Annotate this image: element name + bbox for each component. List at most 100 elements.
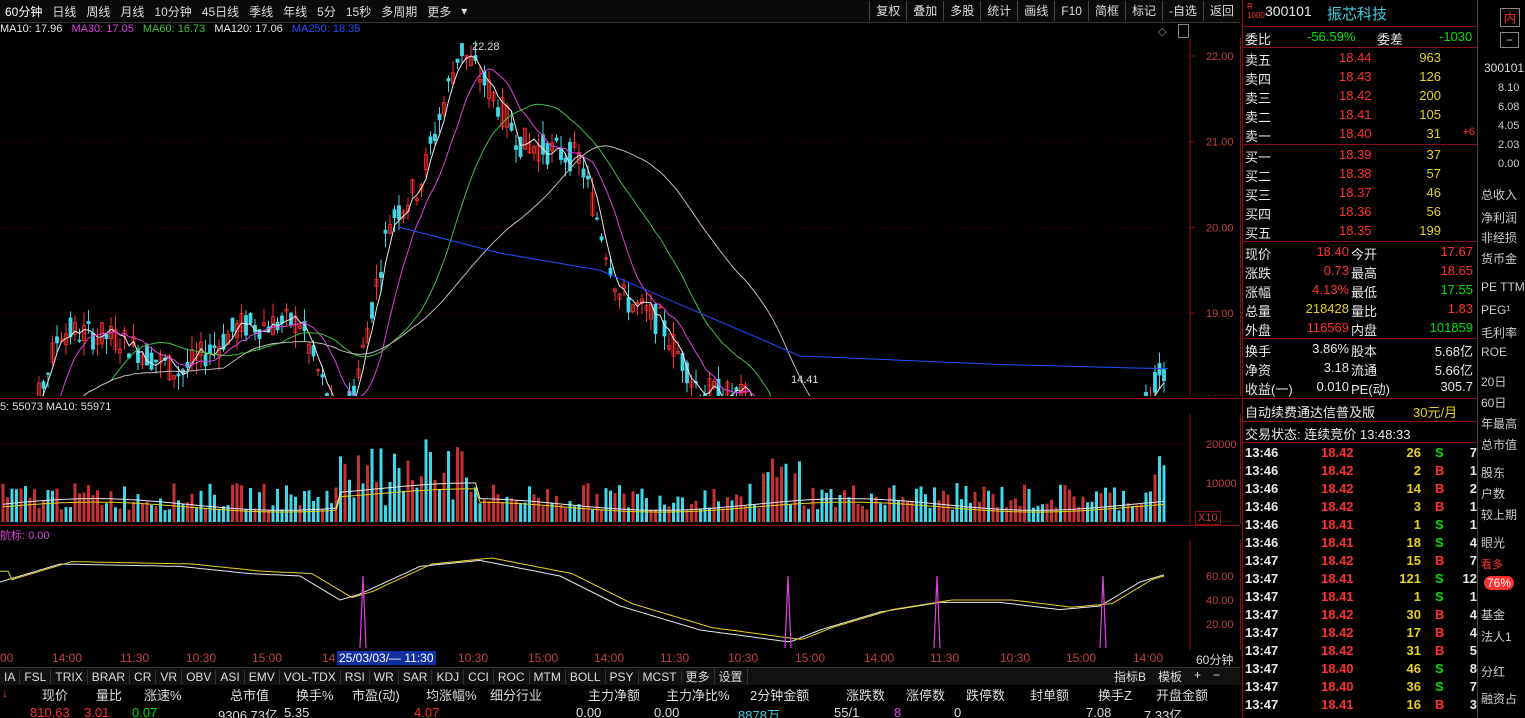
period-tab[interactable]: 日线 [47, 3, 81, 20]
column-header[interactable]: 细分行业 [490, 685, 542, 704]
tab-inner[interactable]: 内 [1500, 8, 1521, 27]
indicator-tab[interactable]: MTM [530, 669, 566, 684]
indicator-tab[interactable]: VOL-TDX [280, 669, 341, 684]
far-right-item[interactable]: 货币金 [1481, 250, 1517, 267]
far-right-item[interactable]: 分红 [1481, 663, 1505, 680]
bid-row[interactable]: 买四 18.36 56 [1243, 203, 1477, 222]
period-tab[interactable]: 10分钟 [149, 3, 196, 20]
promo-text[interactable]: 自动续费通达信普及版 [1245, 402, 1375, 421]
indicator-tab[interactable]: PSY [606, 669, 639, 684]
indicator-tab[interactable]: MCST [639, 669, 682, 684]
period-tab[interactable]: 5分 [312, 3, 341, 20]
indicator-tab[interactable]: VR [156, 669, 183, 684]
dropdown-icon[interactable]: ▾ [456, 4, 472, 18]
indicator-tab[interactable]: KDJ [432, 669, 465, 684]
bid-row[interactable]: 买一 18.39 37 [1243, 146, 1477, 165]
column-header[interactable]: 换手% [296, 685, 334, 704]
tool-button[interactable]: 标记 [1124, 1, 1162, 21]
far-right-item[interactable]: PE TTM [1481, 280, 1525, 294]
indicator-tool-button[interactable]: − [1207, 668, 1226, 685]
far-right-item[interactable]: 融资占 [1481, 690, 1517, 707]
far-right-item[interactable]: 法人1 [1481, 628, 1512, 645]
indicator-tool-button[interactable]: 模板 [1152, 668, 1188, 685]
far-right-item[interactable]: PEG¹ [1481, 303, 1510, 317]
scroll-icon[interactable] [1178, 24, 1189, 38]
far-right-item[interactable]: 户数 [1481, 485, 1505, 502]
tool-button[interactable]: 统计 [980, 1, 1017, 21]
far-right-item[interactable]: 基金 [1481, 606, 1505, 623]
far-right-item[interactable]: 60日 [1481, 394, 1506, 411]
indicator-tab[interactable]: WR [370, 669, 399, 684]
column-header[interactable]: 2分钟金额 [750, 685, 809, 704]
column-header[interactable]: 封单额 [1030, 685, 1069, 704]
indicator-tab[interactable]: BOLL [566, 669, 606, 684]
indicator-tab[interactable]: SAR [399, 669, 433, 684]
column-header[interactable]: 量比 [96, 685, 122, 704]
column-header[interactable]: 换手Z [1098, 685, 1132, 704]
period-tab[interactable]: 多周期 [376, 3, 422, 20]
column-header[interactable]: 涨速% [144, 685, 182, 704]
period-tab[interactable]: 月线 [115, 3, 149, 20]
indicator-chart[interactable]: 60.00 40.00 20.00 [0, 540, 1241, 650]
far-right-item[interactable]: 非经损 [1481, 229, 1517, 246]
far-right-item[interactable]: 眼光 [1481, 534, 1505, 551]
ask-row[interactable]: 卖四 18.43 126 [1243, 68, 1477, 87]
period-tab[interactable]: 周线 [81, 3, 115, 20]
indicator-tool-button[interactable]: + [1188, 668, 1207, 685]
indicator-tab[interactable]: IA [0, 669, 21, 684]
far-right-item[interactable]: 较上期 [1481, 506, 1517, 523]
indicator-tab[interactable]: 设置 [715, 668, 748, 685]
far-right-item[interactable]: 净利润 [1481, 209, 1517, 226]
bid-row[interactable]: 买三 18.37 46 [1243, 184, 1477, 203]
column-header[interactable]: 现价 [42, 685, 68, 704]
period-tab[interactable]: 年线 [278, 3, 312, 20]
period-tab[interactable]: 更多 [422, 3, 456, 20]
table-row[interactable]: 810.63 3.01 0.07 9306.73亿 5.35 4.07 0.00 0.00 88… [0, 705, 1240, 718]
diamond-icon[interactable]: ◇ [1158, 25, 1166, 38]
indicator-tab[interactable]: ROC [494, 669, 530, 684]
period-tab[interactable]: 45日线 [197, 3, 244, 20]
far-right-item[interactable]: 总市值 [1481, 436, 1517, 453]
indicator-tool-button[interactable]: 指标B [1108, 668, 1152, 685]
column-header[interactable]: 涨跌数 [846, 685, 885, 704]
far-right-item[interactable]: 看多 [1481, 556, 1503, 572]
column-header[interactable]: 涨停数 [906, 685, 945, 704]
far-right-item[interactable]: 总收入 [1481, 186, 1517, 203]
ask-row[interactable]: 卖一 18.40 31 +6 [1243, 125, 1477, 144]
far-right-item[interactable]: 股东 [1481, 464, 1505, 481]
indicator-tab[interactable]: TRIX [51, 669, 88, 684]
column-header[interactable]: 主力净比% [666, 685, 730, 704]
indicator-tab[interactable]: ASI [216, 669, 245, 684]
column-header[interactable]: 主力净额 [588, 685, 640, 704]
column-header[interactable]: 均涨幅% [426, 685, 477, 704]
far-right-item[interactable]: 20日 [1481, 373, 1506, 390]
tool-button[interactable]: 返回 [1202, 1, 1240, 21]
indicator-tab[interactable]: CR [130, 669, 157, 684]
tool-button[interactable]: 画线 [1017, 1, 1054, 21]
far-right-item[interactable]: 毛利率 [1481, 324, 1517, 341]
tool-button[interactable]: 多股 [943, 1, 980, 21]
far-right-item[interactable]: 年最高 [1481, 415, 1517, 432]
indicator-tab[interactable]: BRAR [88, 669, 131, 684]
column-header[interactable]: 市盈(动) [352, 685, 400, 704]
tool-button[interactable]: 叠加 [906, 1, 943, 21]
bid-row[interactable]: 买二 18.38 57 [1243, 165, 1477, 184]
collapse-icon[interactable]: − [1500, 32, 1520, 48]
promo-price[interactable]: 30元/月 [1413, 402, 1457, 421]
price-chart[interactable]: 22.0021.0020.0019.0018.0017.0016.0015.00 [0, 38, 1241, 396]
far-right-item[interactable]: 76% [1484, 576, 1515, 590]
tool-button[interactable]: -自选 [1161, 1, 1203, 21]
indicator-tab[interactable]: EMV [245, 669, 280, 684]
indicator-tab[interactable]: 更多 [682, 668, 715, 685]
period-tab[interactable]: 60分钟 [0, 3, 47, 20]
indicator-tab[interactable]: CCI [464, 669, 494, 684]
bid-row[interactable]: 买五 18.35 199 [1243, 222, 1477, 241]
tool-button[interactable]: F10 [1054, 1, 1088, 21]
period-tab[interactable]: 15秒 [341, 3, 376, 20]
column-header[interactable]: 开盘金额 [1156, 685, 1208, 704]
ask-row[interactable]: 卖二 18.41 105 [1243, 106, 1477, 125]
indicator-tab[interactable]: FSL [20, 669, 52, 684]
tool-button[interactable]: 简框 [1087, 1, 1125, 21]
ask-row[interactable]: 卖三 18.42 200 [1243, 87, 1477, 106]
indicator-tab[interactable]: RSI [341, 669, 370, 684]
